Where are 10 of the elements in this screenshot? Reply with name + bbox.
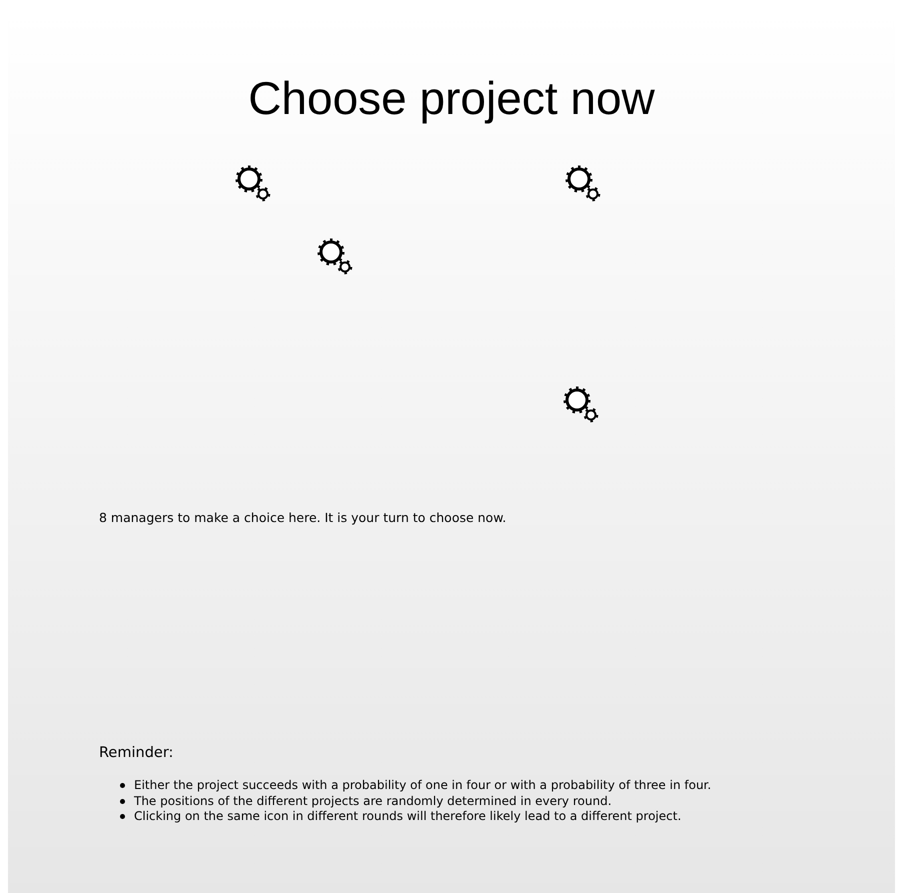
reminder-item: Either the project succeeds with a probability of one in four or with a probability of three in four. — [134, 778, 712, 794]
gears-icon[interactable] — [565, 165, 601, 203]
reminder-heading: Reminder: — [99, 744, 174, 762]
gears-icon[interactable] — [235, 165, 271, 203]
gears-icon[interactable] — [563, 386, 599, 424]
gears-icon[interactable] — [317, 238, 353, 276]
status-message: 8 managers to make a choice here. It is your turn to choose now. — [99, 510, 508, 526]
reminder-item: Clicking on the same icon in different rounds will therefore likely lead to a different project. — [134, 809, 682, 824]
reminder-item: The positions of the different projects are randomly determined in every round. — [134, 794, 612, 809]
page-title: Choose project now — [248, 71, 655, 126]
